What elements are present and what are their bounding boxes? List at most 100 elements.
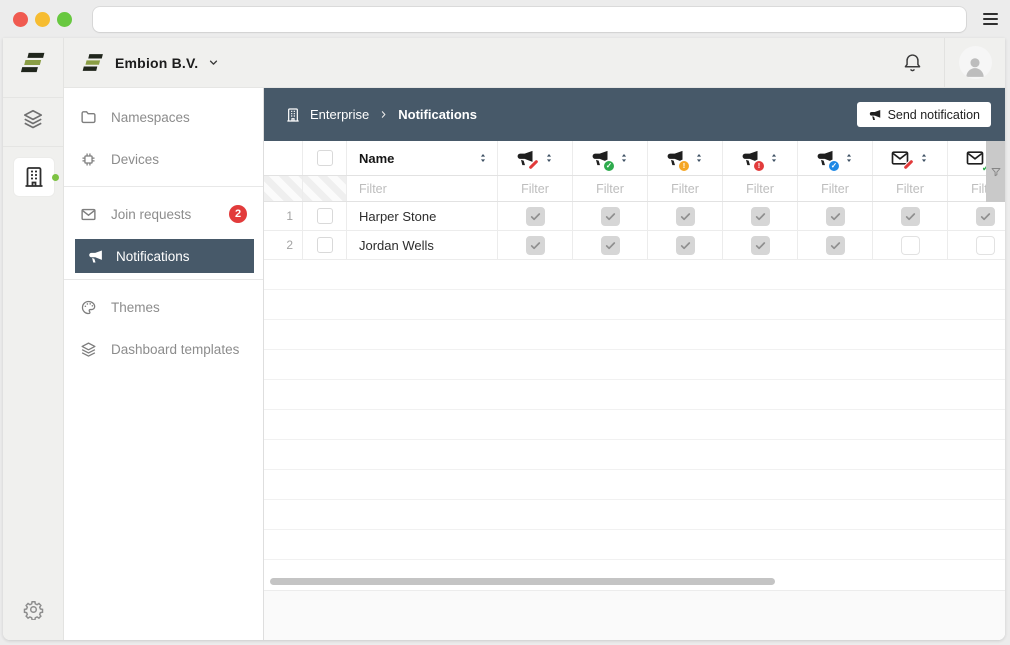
filter-cell xyxy=(873,176,948,201)
row-select-cell xyxy=(303,202,347,230)
notification-checkbox[interactable] xyxy=(676,236,695,255)
megaphone-cancelled-column-header[interactable] xyxy=(498,141,573,175)
filter-input[interactable] xyxy=(648,182,722,196)
column-label: Name xyxy=(359,151,394,166)
browser-chrome xyxy=(0,0,1010,38)
table-footer xyxy=(264,590,1005,640)
notification-checkbox[interactable] xyxy=(526,236,545,255)
notification-cell xyxy=(648,231,723,259)
empty-row xyxy=(264,410,1005,440)
table-header-row: Name✓!!✓✓ xyxy=(264,141,1005,176)
megaphone-warning-icon: ! xyxy=(665,148,685,168)
sidebar-item-devices[interactable]: Devices xyxy=(64,138,263,180)
rail-item-dashboards[interactable] xyxy=(3,108,63,130)
notification-checkbox[interactable] xyxy=(826,207,845,226)
sidebar-item-label: Themes xyxy=(111,300,160,315)
notification-cell xyxy=(723,202,798,230)
user-menu-button[interactable] xyxy=(945,46,1005,79)
table-filter-corner[interactable] xyxy=(986,141,1005,202)
row-number: 1 xyxy=(264,202,303,230)
filter-input[interactable] xyxy=(573,182,647,196)
sidebar-item-notifications[interactable]: Notifications xyxy=(75,239,254,273)
notification-checkbox[interactable] xyxy=(751,236,770,255)
notification-checkbox[interactable] xyxy=(901,207,920,226)
rail-item-enterprise[interactable] xyxy=(13,157,55,197)
row-select-checkbox[interactable] xyxy=(317,237,333,253)
main-content: Enterprise Notifications Send notificati… xyxy=(264,88,1005,640)
notification-checkbox[interactable] xyxy=(601,236,620,255)
filter-input[interactable] xyxy=(723,182,797,196)
megaphone-success-column-header[interactable]: ✓ xyxy=(573,141,648,175)
filter-input[interactable] xyxy=(873,182,947,196)
notification-checkbox[interactable] xyxy=(601,207,620,226)
send-notification-label: Send notification xyxy=(888,108,980,122)
row-number: 2 xyxy=(264,231,303,259)
notification-checkbox[interactable] xyxy=(976,207,995,226)
person-icon xyxy=(962,53,988,79)
notification-checkbox[interactable] xyxy=(976,236,995,255)
embion-logo-icon xyxy=(81,50,106,75)
minimize-window-button[interactable] xyxy=(35,12,50,27)
sidebar-item-themes[interactable]: Themes xyxy=(64,286,263,328)
filter-input[interactable] xyxy=(347,182,497,196)
filter-disabled-cell xyxy=(303,176,347,201)
notification-checkbox[interactable] xyxy=(751,207,770,226)
bell-icon xyxy=(902,52,923,73)
avatar xyxy=(959,46,992,79)
breadcrumb-enterprise[interactable]: Enterprise xyxy=(310,107,369,122)
horizontal-scrollbar-thumb[interactable] xyxy=(270,578,775,585)
megaphone-error-column-header[interactable]: ! xyxy=(723,141,798,175)
close-window-button[interactable] xyxy=(13,12,28,27)
organization-selector[interactable]: Embion B.V. xyxy=(64,50,220,75)
gear-icon xyxy=(23,599,44,620)
select-all-checkbox[interactable] xyxy=(317,150,333,166)
sort-icon[interactable] xyxy=(843,152,855,164)
chevron-down-icon xyxy=(207,56,220,69)
status-badge: ! xyxy=(679,161,689,171)
palette-icon xyxy=(80,299,98,316)
notification-cell xyxy=(948,231,1005,259)
sidebar-item-join-requests[interactable]: Join requests2 xyxy=(64,193,263,235)
filter-cell xyxy=(498,176,573,201)
sidebar-divider xyxy=(64,279,263,280)
address-bar[interactable] xyxy=(93,7,966,32)
sort-icon[interactable] xyxy=(918,152,930,164)
sort-icon[interactable] xyxy=(477,152,489,164)
sort-icon[interactable] xyxy=(693,152,705,164)
sidebar-item-dashboard-templates[interactable]: Dashboard templates xyxy=(64,328,263,370)
notification-cell xyxy=(498,202,573,230)
browser-menu-icon[interactable] xyxy=(983,13,998,25)
name-cell: Harper Stone xyxy=(347,202,498,230)
notification-cell xyxy=(573,202,648,230)
megaphone-warning-column-header[interactable]: ! xyxy=(648,141,723,175)
filter-input[interactable] xyxy=(498,182,572,196)
filter-input[interactable] xyxy=(798,182,872,196)
sort-icon[interactable] xyxy=(543,152,555,164)
embion-logo-icon xyxy=(19,48,48,77)
email-cancelled-column-header[interactable] xyxy=(873,141,948,175)
empty-row xyxy=(264,530,1005,560)
sidebar-item-label: Namespaces xyxy=(111,110,190,125)
megaphone-info-icon: ✓ xyxy=(815,148,835,168)
rail-divider xyxy=(3,97,63,98)
filter-cell xyxy=(347,176,498,201)
send-notification-button[interactable]: Send notification xyxy=(857,102,991,127)
notifications-bell-button[interactable] xyxy=(880,52,944,73)
notification-checkbox[interactable] xyxy=(826,236,845,255)
settings-button[interactable] xyxy=(3,599,63,620)
sidebar-item-namespaces[interactable]: Namespaces xyxy=(64,96,263,138)
notification-checkbox[interactable] xyxy=(526,207,545,226)
notification-checkbox[interactable] xyxy=(901,236,920,255)
app-header: Embion B.V. xyxy=(64,38,1005,88)
email-cancelled-icon xyxy=(890,148,910,168)
megaphone-info-column-header[interactable]: ✓ xyxy=(798,141,873,175)
notification-checkbox[interactable] xyxy=(676,207,695,226)
zoom-window-button[interactable] xyxy=(57,12,72,27)
row-select-checkbox[interactable] xyxy=(317,208,333,224)
sort-icon[interactable] xyxy=(768,152,780,164)
notification-cell xyxy=(873,231,948,259)
empty-row xyxy=(264,350,1005,380)
count-badge: 2 xyxy=(229,205,247,223)
table-row: 1 Harper Stone xyxy=(264,202,1005,231)
sort-icon[interactable] xyxy=(618,152,630,164)
